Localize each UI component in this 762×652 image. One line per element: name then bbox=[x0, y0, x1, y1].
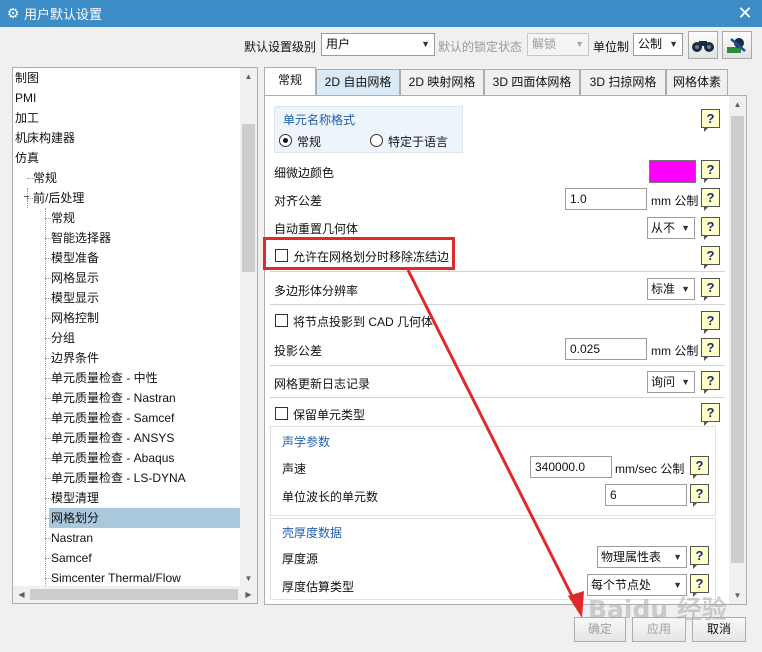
watermark: Baidu 经验 bbox=[588, 595, 727, 624]
annotation-arrow bbox=[406, 269, 584, 618]
tab-general[interactable]: 常规 bbox=[264, 67, 316, 95]
